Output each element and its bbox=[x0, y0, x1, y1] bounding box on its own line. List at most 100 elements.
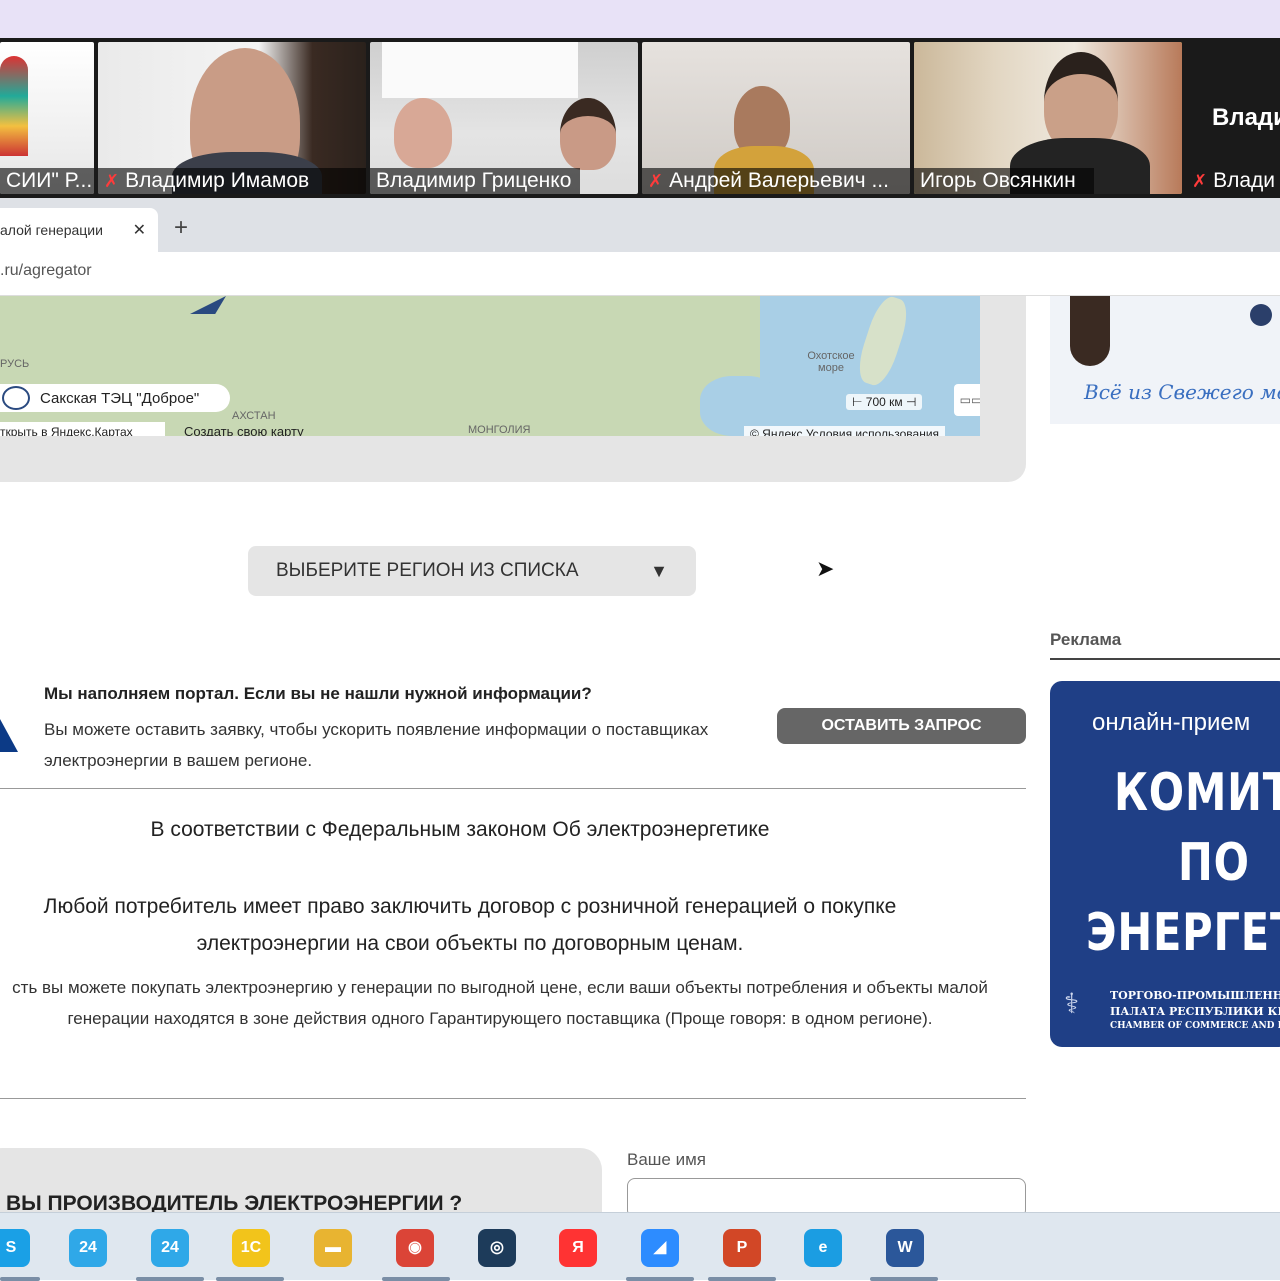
bitrix24-icon-2[interactable]: 24 bbox=[151, 1229, 189, 1267]
ad-subtitle: онлайн-прием bbox=[1092, 709, 1251, 736]
taskbar-running-indicator bbox=[870, 1277, 938, 1281]
skype-icon[interactable]: S bbox=[0, 1229, 30, 1267]
map-object-pill[interactable]: Сакская ТЭЦ "Доброе" bbox=[0, 384, 230, 412]
ad-footer-1: ТОРГОВО-ПРОМЫШЛЕНН bbox=[1110, 989, 1280, 1002]
taskbar-running-indicator bbox=[626, 1277, 694, 1281]
participant-name: Владимир Гриценко bbox=[376, 169, 572, 192]
taskbar-running-indicator bbox=[382, 1277, 450, 1281]
law-title: В соответствии с Федеральным законом Об … bbox=[150, 818, 770, 841]
browser-tab-bar: алой генерации ✕ + bbox=[0, 198, 1280, 252]
ice-cream-image bbox=[1070, 296, 1110, 366]
browser-tab-active[interactable]: алой генерации ✕ bbox=[0, 208, 158, 252]
name-input[interactable] bbox=[627, 1178, 1026, 1212]
participant-tile-5-active-speaker[interactable]: Игорь Овсянкин bbox=[914, 42, 1182, 194]
participant-tile-2[interactable]: ✗ Владимир Имамов bbox=[98, 42, 366, 194]
participant-big-name: Влади bbox=[1212, 104, 1280, 131]
ad-line-1: КОМИТЕТ bbox=[1114, 763, 1280, 823]
ad-line-3: ЭНЕРГЕТИ bbox=[1086, 903, 1280, 963]
url-text: .ru/agregator bbox=[0, 262, 92, 279]
factory-icon bbox=[2, 386, 30, 410]
open-in-yandex-maps-link[interactable]: ткрыть в Яндекс.Картах bbox=[0, 422, 165, 436]
ruler-icon[interactable]: ▭▭ bbox=[954, 384, 980, 416]
region-select[interactable]: ВЫБЕРИТЕ РЕГИОН ИЗ СПИСКА ▼ bbox=[248, 546, 696, 596]
participant-name: Влади bbox=[1213, 169, 1276, 192]
warning-icon bbox=[0, 708, 18, 752]
chrome-icon[interactable]: ◉ bbox=[396, 1229, 434, 1267]
dropdown-arrow-icon: ▼ bbox=[650, 560, 668, 581]
mic-muted-icon: ✗ bbox=[104, 171, 120, 191]
web-page: РУСЬ АХСТАН МОНГОЛИЯ Охотское море Сакск… bbox=[0, 296, 1280, 1212]
participant-name-bar: ✗ Влади bbox=[1186, 168, 1280, 194]
word-icon[interactable]: W bbox=[886, 1229, 924, 1267]
mouse-cursor-icon: ➤ bbox=[816, 556, 835, 581]
caduceus-icon: ⚕ bbox=[1064, 988, 1080, 1019]
participant-name-bar: СИИ" Р... bbox=[0, 168, 94, 194]
video-participants-strip: СИИ" Р... ✗ Владимир Имамов Владимир Гриц… bbox=[0, 38, 1280, 198]
notice-text: Вы можете оставить заявку, чтобы ускорит… bbox=[44, 720, 709, 770]
yandex-map[interactable]: РУСЬ АХСТАН МОНГОЛИЯ Охотское море Сакск… bbox=[0, 296, 980, 436]
divider bbox=[0, 788, 1026, 789]
participant-tile-4[interactable]: ✗ Андрей Валерьевич ... bbox=[642, 42, 910, 194]
ad-banner[interactable]: онлайн-прием КОМИТЕТ ПО ЭНЕРГЕТИ ⚕ ТОРГО… bbox=[1050, 681, 1280, 1047]
taskbar-running-indicator bbox=[0, 1277, 40, 1281]
zoom-icon[interactable]: ◢ bbox=[641, 1229, 679, 1267]
map-copyright[interactable]: © Яндекс Условия использования bbox=[744, 426, 946, 436]
taskbar-running-indicator bbox=[136, 1277, 204, 1281]
close-tab-icon[interactable]: ✕ bbox=[133, 220, 146, 240]
powerpoint-icon[interactable]: P bbox=[723, 1229, 761, 1267]
yandex-browser-icon[interactable]: Я bbox=[559, 1229, 597, 1267]
new-tab-button[interactable]: + bbox=[174, 214, 188, 242]
map-label: Охотское море bbox=[807, 350, 855, 374]
divider bbox=[0, 1098, 1026, 1099]
participant-name-bar: Владимир Гриценко bbox=[370, 168, 580, 194]
law-sub-text: сть вы можете покупать электроэнергию у … bbox=[12, 978, 988, 1028]
map-label: РУСЬ bbox=[0, 358, 30, 370]
map-marker-icon[interactable] bbox=[190, 296, 226, 314]
law-main-text: Любой потребитель имеет право заключить … bbox=[43, 895, 897, 955]
participant-name: СИИ" Р... bbox=[6, 169, 93, 192]
map-scale-value: 700 км bbox=[865, 395, 903, 409]
ads-divider bbox=[1050, 658, 1280, 660]
participant-name: Андрей Валерьевич ... bbox=[669, 169, 889, 192]
mic-muted-icon: ✗ bbox=[648, 171, 664, 191]
participant-name-bar: ✗ Андрей Валерьевич ... bbox=[642, 168, 910, 194]
sidebar-top-banner[interactable]: Всё из Свежего мо bbox=[1050, 296, 1280, 424]
mic-muted-icon: ✗ bbox=[1192, 171, 1208, 191]
taskbar-running-indicator bbox=[216, 1277, 284, 1281]
banner-script-text: Всё из Свежего мо bbox=[1084, 380, 1280, 404]
ad-line-2: ПО bbox=[1178, 833, 1250, 893]
taskbar-running-indicator bbox=[708, 1277, 776, 1281]
address-bar[interactable]: .ru/agregator bbox=[0, 252, 1280, 296]
edge-icon[interactable]: e bbox=[804, 1229, 842, 1267]
participant-name-bar: ✗ Владимир Имамов bbox=[98, 168, 366, 194]
participant-tile-3[interactable]: Владимир Гриценко bbox=[370, 42, 638, 194]
producer-title: ВЫ ПРОИЗВОДИТЕЛЬ ЭЛЕКТРОЭНЕРГИИ ? bbox=[6, 1192, 463, 1212]
camera-app-icon[interactable]: ◎ bbox=[478, 1229, 516, 1267]
file-explorer-icon[interactable]: ▬ bbox=[314, 1229, 352, 1267]
participant-tile-1[interactable]: СИИ" Р... bbox=[0, 42, 94, 194]
berry-image bbox=[1250, 304, 1272, 326]
region-select-label: ВЫБЕРИТЕ РЕГИОН ИЗ СПИСКА bbox=[276, 560, 579, 581]
notice-title: Мы наполняем портал. Если вы не нашли ну… bbox=[44, 684, 592, 703]
ad-footer-2: ПАЛАТА РЕСПУБЛИКИ КРЫ bbox=[1110, 1005, 1280, 1018]
map-object-name: Сакская ТЭЦ "Доброе" bbox=[40, 389, 200, 407]
participant-tile-6[interactable]: Влади ✗Влади bbox=[1186, 42, 1280, 194]
participant-name-bar: Игорь Овсянкин bbox=[914, 168, 1094, 194]
bitrix24-icon[interactable]: 24 bbox=[69, 1229, 107, 1267]
participant-name: Игорь Овсянкин bbox=[920, 169, 1076, 192]
map-label: АХСТАН bbox=[232, 410, 276, 422]
map-card: РУСЬ АХСТАН МОНГОЛИЯ Охотское море Сакск… bbox=[0, 296, 1026, 482]
create-map-link[interactable]: Создать свою карту bbox=[184, 422, 304, 436]
1c-icon[interactable]: 1С bbox=[232, 1229, 270, 1267]
map-scale: ⊢ 700 км ⊣ bbox=[846, 394, 923, 410]
map-label: МОНГОЛИЯ bbox=[468, 424, 531, 436]
ad-footer-3: CHAMBER OF COMMERCE AND INDU bbox=[1110, 1021, 1280, 1031]
tab-title: алой генерации bbox=[0, 222, 103, 238]
meeting-top-band bbox=[0, 0, 1280, 38]
church-logo-icon bbox=[0, 56, 28, 156]
name-field-label: Ваше имя bbox=[627, 1150, 706, 1169]
participant-name: Владимир Имамов bbox=[125, 169, 310, 192]
leave-request-button[interactable]: ОСТАВИТЬ ЗАПРОС bbox=[777, 708, 1026, 744]
windows-taskbar: S 24 24 1С ▬ ◉ ◎ Я ◢ P e W bbox=[0, 1212, 1280, 1281]
ads-label: Реклама bbox=[1050, 630, 1122, 649]
